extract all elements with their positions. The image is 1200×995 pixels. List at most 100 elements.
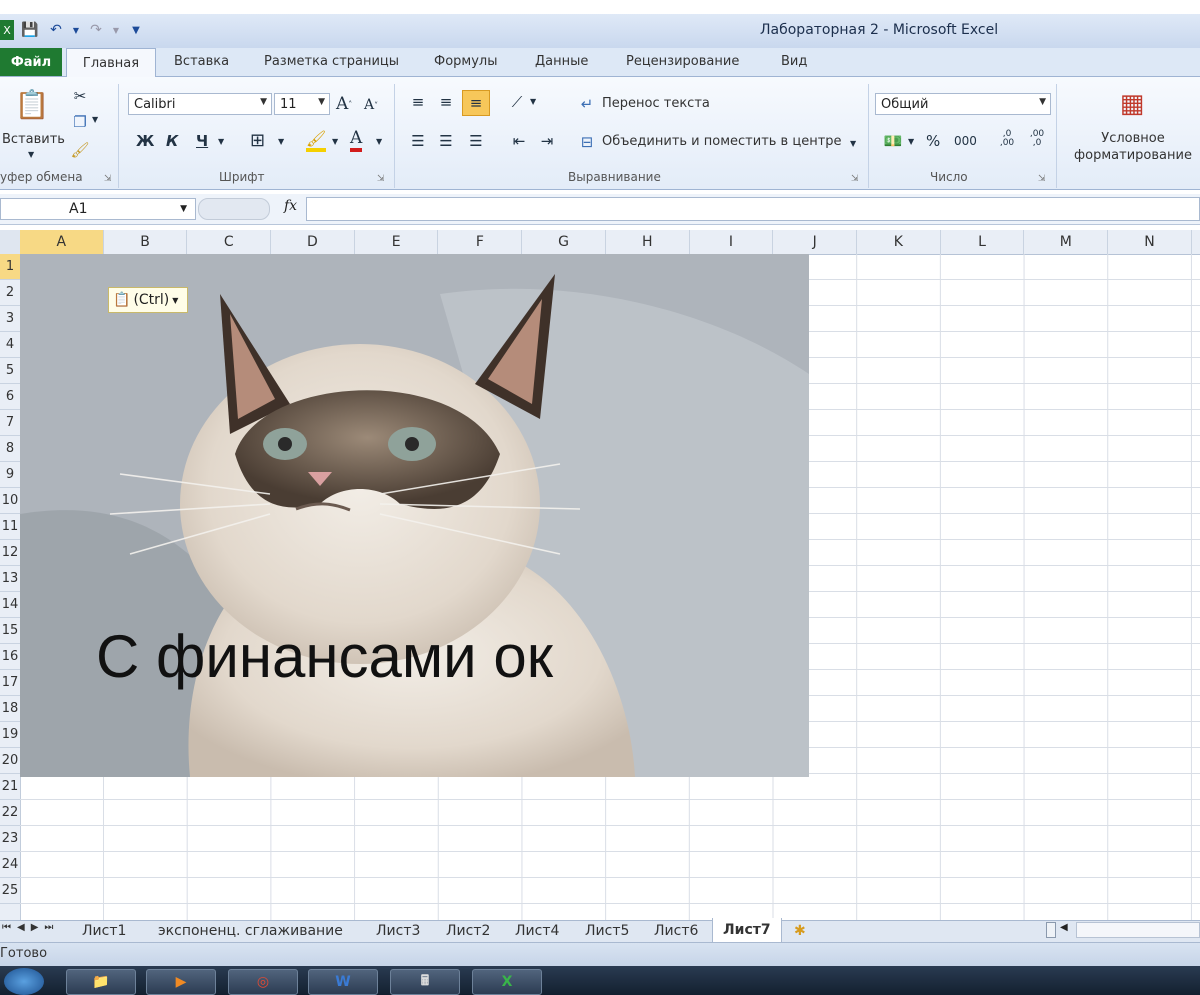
column-header-n[interactable]: N — [1108, 230, 1192, 254]
column-header-h[interactable]: H — [606, 230, 690, 254]
paste-button[interactable]: Вставить — [2, 132, 65, 147]
decrease-indent-icon[interactable]: ⇤ — [508, 130, 530, 152]
row-header-18[interactable]: 18 — [0, 696, 20, 722]
row-header-7[interactable]: 7 — [0, 410, 20, 436]
fill-color-icon[interactable]: 🖌 — [306, 128, 327, 152]
underline-button[interactable]: Ч — [196, 132, 208, 150]
save-icon[interactable]: 💾 — [20, 20, 40, 40]
scroll-left-icon[interactable]: ◀ — [1060, 922, 1068, 933]
column-header-m[interactable]: M — [1024, 230, 1109, 254]
conditional-formatting-icon[interactable]: ▦ — [1112, 84, 1152, 124]
column-header-a[interactable]: A — [20, 230, 104, 254]
calculator-taskbar-icon[interactable]: 🖩 — [390, 969, 460, 995]
start-button-icon[interactable] — [4, 968, 44, 995]
chevron-down-icon[interactable]: ▼ — [72, 20, 80, 40]
insert-function-button[interactable]: fx — [284, 198, 297, 214]
align-left-icon[interactable]: ☰ — [406, 130, 430, 152]
last-sheet-icon[interactable]: ⏭ — [44, 922, 53, 933]
column-header-l[interactable]: L — [941, 230, 1025, 254]
column-header-j[interactable]: J — [773, 230, 857, 254]
column-header-e[interactable]: E — [355, 230, 439, 254]
align-top-icon[interactable]: ≡ — [406, 92, 430, 112]
shrink-font-button[interactable]: A ˅ — [364, 97, 378, 113]
tab-file[interactable]: Файл — [0, 48, 62, 76]
wrap-text-button[interactable]: Перенос текста — [602, 96, 710, 111]
font-color-button[interactable]: A — [350, 128, 363, 152]
currency-format-icon[interactable]: 💵 — [880, 130, 906, 152]
column-header-k[interactable]: K — [857, 230, 941, 254]
sheet-tab-list4[interactable]: Лист4 — [515, 920, 559, 941]
chevron-down-icon[interactable]: ▼ — [332, 137, 338, 146]
chevron-down-icon[interactable]: ▼ — [278, 137, 284, 146]
row-header-25[interactable]: 25 — [0, 878, 20, 904]
align-right-icon[interactable]: ☰ — [464, 130, 488, 152]
chevron-down-icon[interactable]: ▼ — [530, 97, 536, 106]
row-header-12[interactable]: 12 — [0, 540, 20, 566]
align-middle-icon[interactable]: ≡ — [434, 92, 458, 112]
row-header-14[interactable]: 14 — [0, 592, 20, 618]
prev-sheet-icon[interactable]: ◀ — [17, 922, 25, 933]
copy-icon[interactable]: ❐ — [70, 112, 90, 132]
dialog-launcher-icon[interactable]: ⇲ — [104, 174, 112, 184]
thousands-separator-button[interactable]: 000 — [954, 134, 977, 148]
paste-icon[interactable]: 📋 — [12, 84, 52, 124]
row-header-6[interactable]: 6 — [0, 384, 20, 410]
sheet-tab-list3[interactable]: Лист3 — [376, 920, 420, 941]
chevron-down-icon[interactable]: ▼ — [92, 115, 98, 124]
chrome-taskbar-icon[interactable]: ◎ — [228, 969, 298, 995]
column-header-c[interactable]: C — [187, 230, 272, 254]
customize-toolbar-icon[interactable]: ▼ — [126, 20, 146, 40]
row-header-11[interactable]: 11 — [0, 514, 20, 540]
row-header-24[interactable]: 24 — [0, 852, 20, 878]
row-header-19[interactable]: 19 — [0, 722, 20, 748]
sheet-tab-list2[interactable]: Лист2 — [446, 920, 490, 941]
row-header-9[interactable]: 9 — [0, 462, 20, 488]
redo-icon[interactable]: ↷ — [86, 20, 106, 40]
conditional-formatting-button[interactable]: Условное форматирование — [1066, 130, 1200, 164]
column-header-i[interactable]: I — [690, 230, 774, 254]
align-bottom-icon[interactable]: ≡ — [462, 90, 490, 116]
first-sheet-icon[interactable]: ⏮ — [2, 922, 11, 933]
explorer-taskbar-icon[interactable]: 📁 — [66, 969, 136, 995]
chevron-down-icon[interactable]: ▼ — [28, 150, 34, 159]
name-box[interactable]: A1 ▼ — [0, 198, 196, 220]
merge-center-icon[interactable]: ⊟ — [576, 132, 598, 152]
row-header-5[interactable]: 5 — [0, 358, 20, 384]
row-header-13[interactable]: 13 — [0, 566, 20, 592]
column-header-b[interactable]: B — [104, 230, 188, 254]
column-header-f[interactable]: F — [439, 230, 523, 254]
number-format-combo[interactable]: Общий ▼ — [875, 93, 1051, 115]
chevron-down-icon[interactable]: ▼ — [850, 139, 856, 148]
row-header-23[interactable]: 23 — [0, 826, 20, 852]
excel-logo-icon[interactable]: X — [0, 20, 14, 40]
chevron-down-icon[interactable]: ▼ — [218, 137, 224, 146]
row-header-4[interactable]: 4 — [0, 332, 20, 358]
sheet-tab-list5[interactable]: Лист5 — [585, 920, 629, 941]
row-header-10[interactable]: 10 — [0, 488, 20, 514]
decrease-decimal-button[interactable]: ,00 ,0 — [1026, 130, 1048, 148]
row-header-15[interactable]: 15 — [0, 618, 20, 644]
row-header-2[interactable]: 2 — [0, 280, 20, 306]
chevron-down-icon[interactable]: ▼ — [376, 137, 382, 146]
dialog-launcher-icon[interactable]: ⇲ — [377, 174, 385, 184]
excel-taskbar-icon[interactable]: X — [472, 969, 542, 995]
column-header-d[interactable]: D — [271, 230, 355, 254]
merge-center-button[interactable]: Объединить и поместить в центре — [602, 134, 842, 149]
cut-icon[interactable]: ✂ — [70, 86, 90, 106]
tab-split-handle[interactable] — [1046, 922, 1056, 938]
row-header-8[interactable]: 8 — [0, 436, 20, 462]
font-size-combo[interactable]: 11 ▼ — [274, 93, 330, 115]
italic-button[interactable]: К — [166, 132, 178, 150]
sheet-tab-list6[interactable]: Лист6 — [654, 920, 698, 941]
bold-button[interactable]: Ж — [136, 132, 154, 150]
row-header-21[interactable]: 21 — [0, 774, 20, 800]
formula-input[interactable] — [306, 197, 1200, 221]
row-header-22[interactable]: 22 — [0, 800, 20, 826]
row-header-17[interactable]: 17 — [0, 670, 20, 696]
dialog-launcher-icon[interactable]: ⇲ — [1038, 174, 1046, 184]
grow-font-button[interactable]: A ˄ — [336, 94, 352, 114]
percent-style-button[interactable]: % — [926, 132, 940, 150]
tab-home[interactable]: Главная — [66, 48, 156, 78]
inserted-picture[interactable] — [20, 254, 809, 777]
increase-decimal-button[interactable]: ,0 ,00 — [996, 130, 1018, 148]
